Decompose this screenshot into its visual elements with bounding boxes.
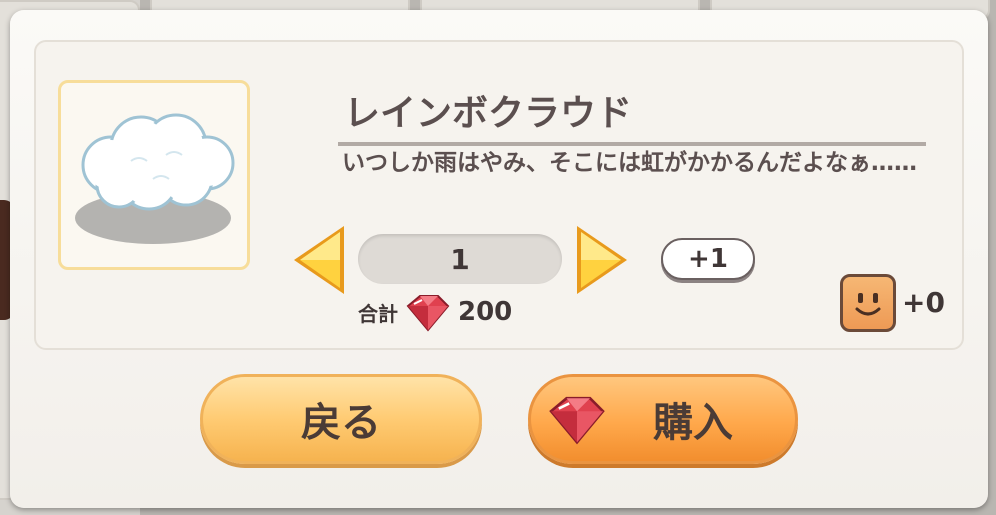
back-button-label: 戻る	[301, 400, 381, 446]
bonus-value: +0	[902, 286, 945, 319]
arrow-right-icon	[577, 226, 627, 294]
buy-button-label: 購入	[653, 400, 733, 446]
purchase-dialog: レインボクラウド いつしか雨はやみ、そこには虹がかかるんだよなぁ…… 1 +1 …	[10, 10, 988, 508]
plus-one-button[interactable]: +1	[661, 238, 755, 280]
total-label: 合計	[358, 301, 398, 326]
item-detail-panel: レインボクラウド いつしか雨はやみ、そこには虹がかかるんだよなぁ…… 1 +1 …	[34, 40, 964, 350]
ruby-gem-icon	[549, 396, 605, 445]
cloud-icon	[75, 113, 235, 244]
buy-button[interactable]: 購入	[528, 374, 798, 464]
item-name: レインボクラウド	[338, 84, 926, 146]
ruby-gem-icon	[406, 295, 450, 332]
total-value: 200	[458, 297, 513, 327]
arrow-left-icon	[294, 226, 344, 294]
decrease-quantity-button[interactable]	[288, 222, 350, 298]
item-description: いつしか雨はやみ、そこには虹がかかるんだよなぁ……	[342, 150, 917, 176]
quantity-display: 1	[358, 234, 562, 284]
item-thumbnail	[58, 80, 250, 270]
smiley-face-icon	[840, 274, 896, 332]
back-button[interactable]: 戻る	[200, 374, 482, 464]
increase-quantity-button[interactable]	[571, 222, 633, 298]
total-cost: 合計 200	[358, 292, 512, 332]
